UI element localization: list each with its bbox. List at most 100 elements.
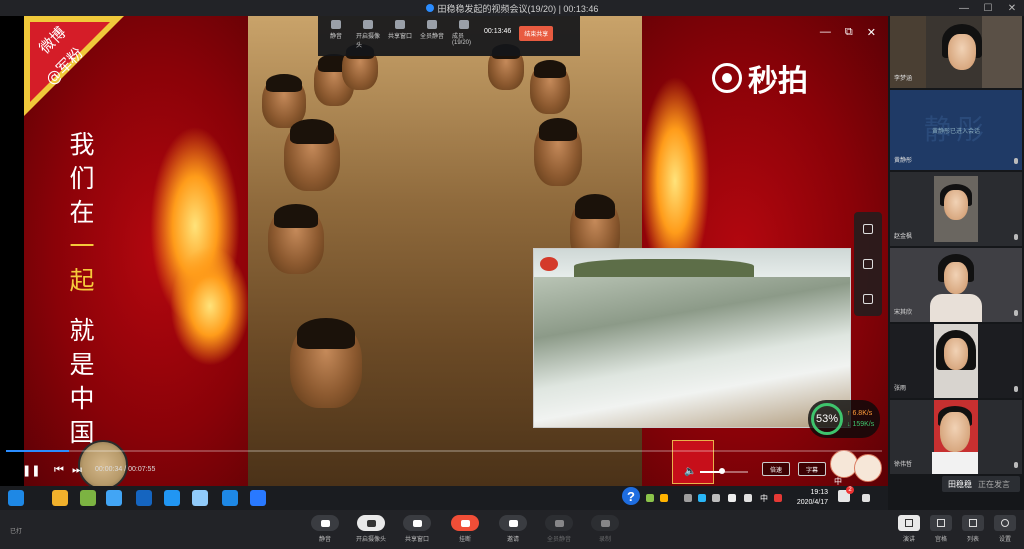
- participant-name: 黄静彤: [894, 158, 913, 164]
- toolbar-timer: 00:13:46: [484, 28, 512, 35]
- notification-icon[interactable]: [838, 486, 854, 502]
- start-icon[interactable]: [8, 490, 24, 506]
- mute-all-button[interactable]: 全员静音: [542, 515, 576, 543]
- volume-icon[interactable]: 🔈: [684, 466, 696, 477]
- progress-track[interactable]: [6, 450, 882, 452]
- app-icon[interactable]: [80, 490, 96, 506]
- meeting-control-bar: 已打 静音 开启摄像头 共享窗口 挂断 邀请 全员静音 录制 演讲 宫格 列表: [0, 510, 1024, 549]
- participant-tile[interactable]: 赵金枫: [890, 172, 1022, 246]
- participants-panel: 李梦涵 静彤 黄静彤已进入会话 黄静彤 赵金枫 宋其欣 张雨 徐伟哲: [888, 16, 1024, 510]
- speaker-name: 田稳稳: [948, 479, 972, 489]
- toolbar-camera-button[interactable]: 开启摄像头: [356, 20, 380, 49]
- share-minimize-button[interactable]: —: [820, 26, 831, 39]
- pause-icon[interactable]: ❚❚: [22, 464, 40, 477]
- toolbar-mute-all-button[interactable]: 全员静音: [420, 20, 444, 40]
- toolbar-mute-button[interactable]: 静音: [324, 20, 348, 40]
- mic-icon: [320, 519, 330, 527]
- weibo-badge: 微博 @军粉: [24, 16, 124, 116]
- app-icon[interactable]: [164, 490, 180, 506]
- meeting-app-taskbar-icon[interactable]: [192, 490, 208, 506]
- hangup-button[interactable]: 挂断: [448, 515, 482, 543]
- app-icon[interactable]: [106, 490, 122, 506]
- network-speed-widget[interactable]: 53% ↑ 6.8K/s ↓ 159K/s: [808, 400, 880, 438]
- mic-icon: [331, 20, 341, 29]
- hangup-icon: [460, 519, 470, 527]
- slogan-char: 起: [69, 266, 95, 295]
- volume-knob[interactable]: [719, 468, 725, 474]
- maximize-button[interactable]: ☐: [982, 3, 994, 14]
- speaker-view-button[interactable]: 演讲: [896, 515, 922, 543]
- participant-tile[interactable]: 李梦涵: [890, 16, 1022, 88]
- invite-button[interactable]: 邀请: [496, 515, 530, 543]
- help-icon[interactable]: ?: [622, 487, 640, 505]
- download-arrow-icon: ↓: [847, 421, 851, 428]
- delete-icon[interactable]: [863, 293, 873, 304]
- participant-name: 李梦涵: [894, 76, 913, 82]
- download-icon[interactable]: [863, 258, 873, 269]
- participant-status: 黄静彤已进入会话: [931, 129, 980, 135]
- watermark-text: 秒拍: [748, 64, 808, 99]
- tray-icon[interactable]: [774, 494, 782, 502]
- tray-icon[interactable]: [712, 494, 720, 502]
- meeting-app-icon: [425, 4, 434, 12]
- tray-icon[interactable]: [646, 494, 654, 502]
- subtitle-button[interactable]: 字幕: [798, 462, 826, 476]
- mute-all-icon: [427, 20, 437, 29]
- file-explorer-icon[interactable]: [52, 490, 68, 506]
- next-icon[interactable]: ⏭: [72, 464, 82, 477]
- ime-indicator[interactable]: 中: [760, 493, 768, 504]
- upload-rate: 6.8: [852, 410, 863, 417]
- speaking-indicator: 田稳稳 正在发言: [942, 476, 1020, 492]
- speed-button[interactable]: 倍速: [762, 462, 790, 476]
- tray-icon[interactable]: [660, 494, 668, 502]
- share-restore-button[interactable]: ⧉: [845, 26, 853, 39]
- app-icon[interactable]: [250, 490, 266, 506]
- upload-arrow-icon: ↑: [847, 410, 851, 417]
- app-icon[interactable]: [222, 490, 238, 506]
- network-icon[interactable]: [744, 494, 752, 502]
- speaking-status: 正在发言: [978, 479, 1010, 489]
- miaopai-logo-icon: [712, 63, 742, 93]
- participant-tile[interactable]: 宋其欣: [890, 248, 1022, 322]
- app-icon[interactable]: [136, 490, 152, 506]
- toolbar-share-window-button[interactable]: 共享窗口: [388, 20, 412, 40]
- download-rate: 159: [852, 421, 865, 428]
- toolbar-members-button[interactable]: 成员(19/20): [452, 20, 476, 46]
- end-share-button[interactable]: 结束共享: [519, 26, 554, 41]
- progress-fill: [6, 450, 69, 452]
- mute-all-icon: [554, 519, 564, 527]
- battery-icon[interactable]: [728, 494, 736, 502]
- minimize-button[interactable]: —: [958, 3, 970, 14]
- participant-name: 赵金枫: [894, 234, 913, 240]
- close-button[interactable]: ✕: [1006, 3, 1018, 14]
- share-close-button[interactable]: ✕: [867, 26, 876, 39]
- grid-view-button[interactable]: 宫格: [928, 515, 954, 543]
- participant-tile[interactable]: 徐伟哲: [890, 400, 1022, 474]
- show-desktop-icon[interactable]: [862, 494, 870, 502]
- camera-button[interactable]: 开启摄像头: [354, 515, 388, 543]
- tray-icon[interactable]: [684, 494, 692, 502]
- share-window-button[interactable]: 共享窗口: [400, 515, 434, 543]
- picture-in-picture-video[interactable]: [533, 248, 851, 428]
- window-titlebar: 田稳稳发起的视频会议(19/20) | 00:13:46 — ☐ ✕: [0, 0, 1024, 16]
- network-percent: 53%: [811, 403, 843, 435]
- prev-icon[interactable]: ⏮: [54, 464, 64, 477]
- window-title: 田稳稳发起的视频会议(19/20) | 00:13:46: [437, 3, 599, 14]
- shared-screen: 微博 @军粉 我 们 在 一 起 就 是 中 国 秒拍 — ⧉ ✕ 静音 开启摄…: [0, 16, 888, 510]
- slogan-char: 我: [69, 130, 95, 159]
- participant-tile[interactable]: 张雨: [890, 324, 1022, 398]
- camera-icon: [366, 519, 376, 527]
- slogan-char: 一: [69, 232, 95, 261]
- record-button[interactable]: 录制: [588, 515, 622, 543]
- mic-icon: [1014, 234, 1018, 240]
- tray-icon[interactable]: [698, 494, 706, 502]
- mute-button[interactable]: 静音: [308, 515, 342, 543]
- slogan-char: 是: [69, 350, 95, 379]
- list-view-button[interactable]: 列表: [960, 515, 986, 543]
- share-icon[interactable]: [863, 224, 873, 235]
- settings-button[interactable]: 设置: [992, 515, 1018, 543]
- taskbar-clock[interactable]: 19:13 2020/4/17: [788, 488, 828, 508]
- participant-tile[interactable]: 静彤 黄静彤已进入会话 黄静彤: [890, 90, 1022, 170]
- mic-icon: [1014, 158, 1018, 164]
- slogan-char: 就: [69, 316, 95, 345]
